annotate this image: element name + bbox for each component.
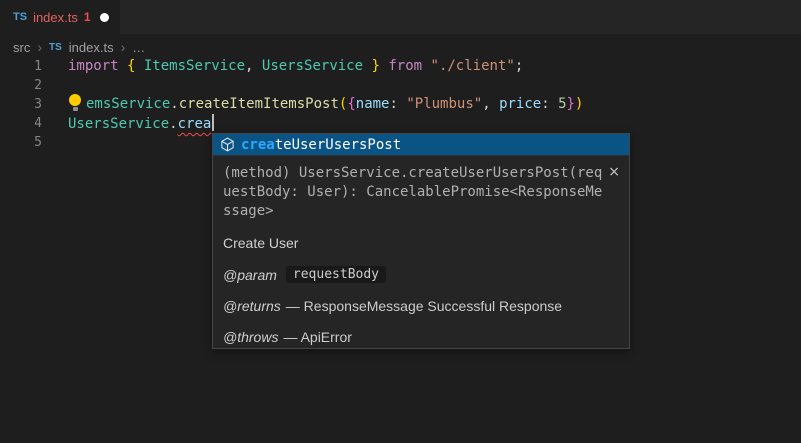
code-token-punct — [422, 58, 430, 74]
method-signature-line: (method) UsersService.createUserUsersPos… — [223, 164, 619, 183]
chevron-right-icon: › — [37, 40, 42, 54]
code-token-property: price — [499, 96, 541, 112]
code-token-bracket-gold: } — [371, 58, 379, 74]
suggestion-rest-text: teUserUsersPost — [275, 137, 401, 153]
tag-label: @returns — [223, 298, 281, 314]
intellisense-popup: createUserUsersPost × (method) UsersServ… — [212, 133, 630, 349]
breadcrumb-item-file[interactable]: index.ts — [69, 40, 114, 55]
doc-description: Create User — [223, 235, 619, 251]
param-name-chip: requestBody — [286, 266, 386, 283]
close-icon[interactable]: × — [608, 165, 620, 179]
typescript-file-icon: TS — [49, 42, 62, 53]
code-token-punct: : — [389, 96, 406, 112]
code-token-keyword: import — [68, 58, 119, 74]
code-token-type: UsersService — [68, 116, 169, 132]
code-token-punct: : — [541, 96, 558, 112]
method-signature-line: uestBody: User): CancelablePromise<Respo… — [223, 183, 619, 202]
breadcrumb: src › TS index.ts › … — [13, 38, 145, 56]
breadcrumb-item-symbol[interactable]: … — [132, 40, 145, 55]
tag-label: @throws — [223, 329, 278, 345]
code-token-punct: . — [170, 96, 178, 112]
tab-filename: index.ts — [33, 10, 78, 25]
suggestion-docs-panel: × (method) UsersService.createUserUsersP… — [213, 155, 629, 348]
code-token-punct — [119, 58, 127, 74]
code-token-bracket-pink: { — [347, 96, 355, 112]
tab-bar: TS index.ts 1 — [0, 0, 801, 34]
tag-text: — ResponseMessage Successful Response — [286, 298, 562, 314]
code-token-keyword: from — [388, 58, 422, 74]
code-token-bracket-gold: ) — [575, 96, 583, 112]
code-text: UsersService.crea — [68, 114, 214, 133]
code-token-error-partial: crea — [178, 116, 212, 132]
tab-index-ts[interactable]: TS index.ts 1 — [0, 0, 120, 34]
code-text: import { ItemsService, UsersService } fr… — [68, 57, 523, 76]
suggestion-label: createUserUsersPost — [241, 137, 401, 153]
method-signature-line: ssage> — [223, 202, 619, 221]
code-token-type: UsersService — [262, 58, 363, 74]
code-token-punct: , — [245, 58, 262, 74]
code-token-bracket-pink: } — [567, 96, 575, 112]
suggestion-item-selected[interactable]: createUserUsersPost — [213, 134, 629, 155]
tag-label: @param — [223, 267, 277, 283]
code-line[interactable]: 4 UsersService.crea — [0, 114, 801, 133]
doc-tag-returns: @returns — ResponseMessage Successful Re… — [223, 298, 619, 314]
doc-tag-param: @param requestBody — [223, 266, 619, 283]
line-number: 1 — [0, 57, 42, 76]
line-number: 5 — [0, 133, 42, 152]
tab-error-count: 1 — [84, 10, 91, 24]
code-token-string: "Plumbus" — [406, 96, 482, 112]
doc-tag-throws: @throws — ApiError — [223, 329, 619, 345]
chevron-right-icon: › — [121, 40, 126, 54]
code-line[interactable]: 1 import { ItemsService, UsersService } f… — [0, 57, 801, 76]
lightbulb-icon[interactable] — [68, 96, 86, 110]
line-number: 4 — [0, 114, 42, 133]
code-token-string: "./client" — [431, 58, 515, 74]
code-token-punct: ; — [515, 58, 523, 74]
breadcrumb-item-src[interactable]: src — [13, 40, 30, 55]
code-token-property: name — [356, 96, 390, 112]
code-line[interactable]: 2 — [0, 76, 801, 95]
tag-text: — ApiError — [283, 329, 351, 345]
line-number: 2 — [0, 76, 42, 95]
line-number: 3 — [0, 95, 42, 114]
typescript-file-icon: TS — [13, 11, 27, 23]
code-line[interactable]: 3 emsService.createItemItemsPost({name: "… — [0, 95, 801, 114]
text-cursor — [212, 114, 214, 131]
code-token-type: ItemsService — [135, 58, 245, 74]
code-token-type: emsService — [86, 96, 170, 112]
code-token-number: 5 — [558, 96, 566, 112]
suggestion-match-text: crea — [241, 137, 275, 153]
code-token-punct: , — [482, 96, 499, 112]
code-text: emsService.createItemItemsPost({name: "P… — [68, 95, 583, 114]
dirty-indicator-icon[interactable] — [100, 13, 109, 22]
code-token-punct: . — [169, 116, 177, 132]
symbol-method-icon — [220, 137, 235, 152]
code-token-function: createItemItemsPost — [179, 96, 339, 112]
